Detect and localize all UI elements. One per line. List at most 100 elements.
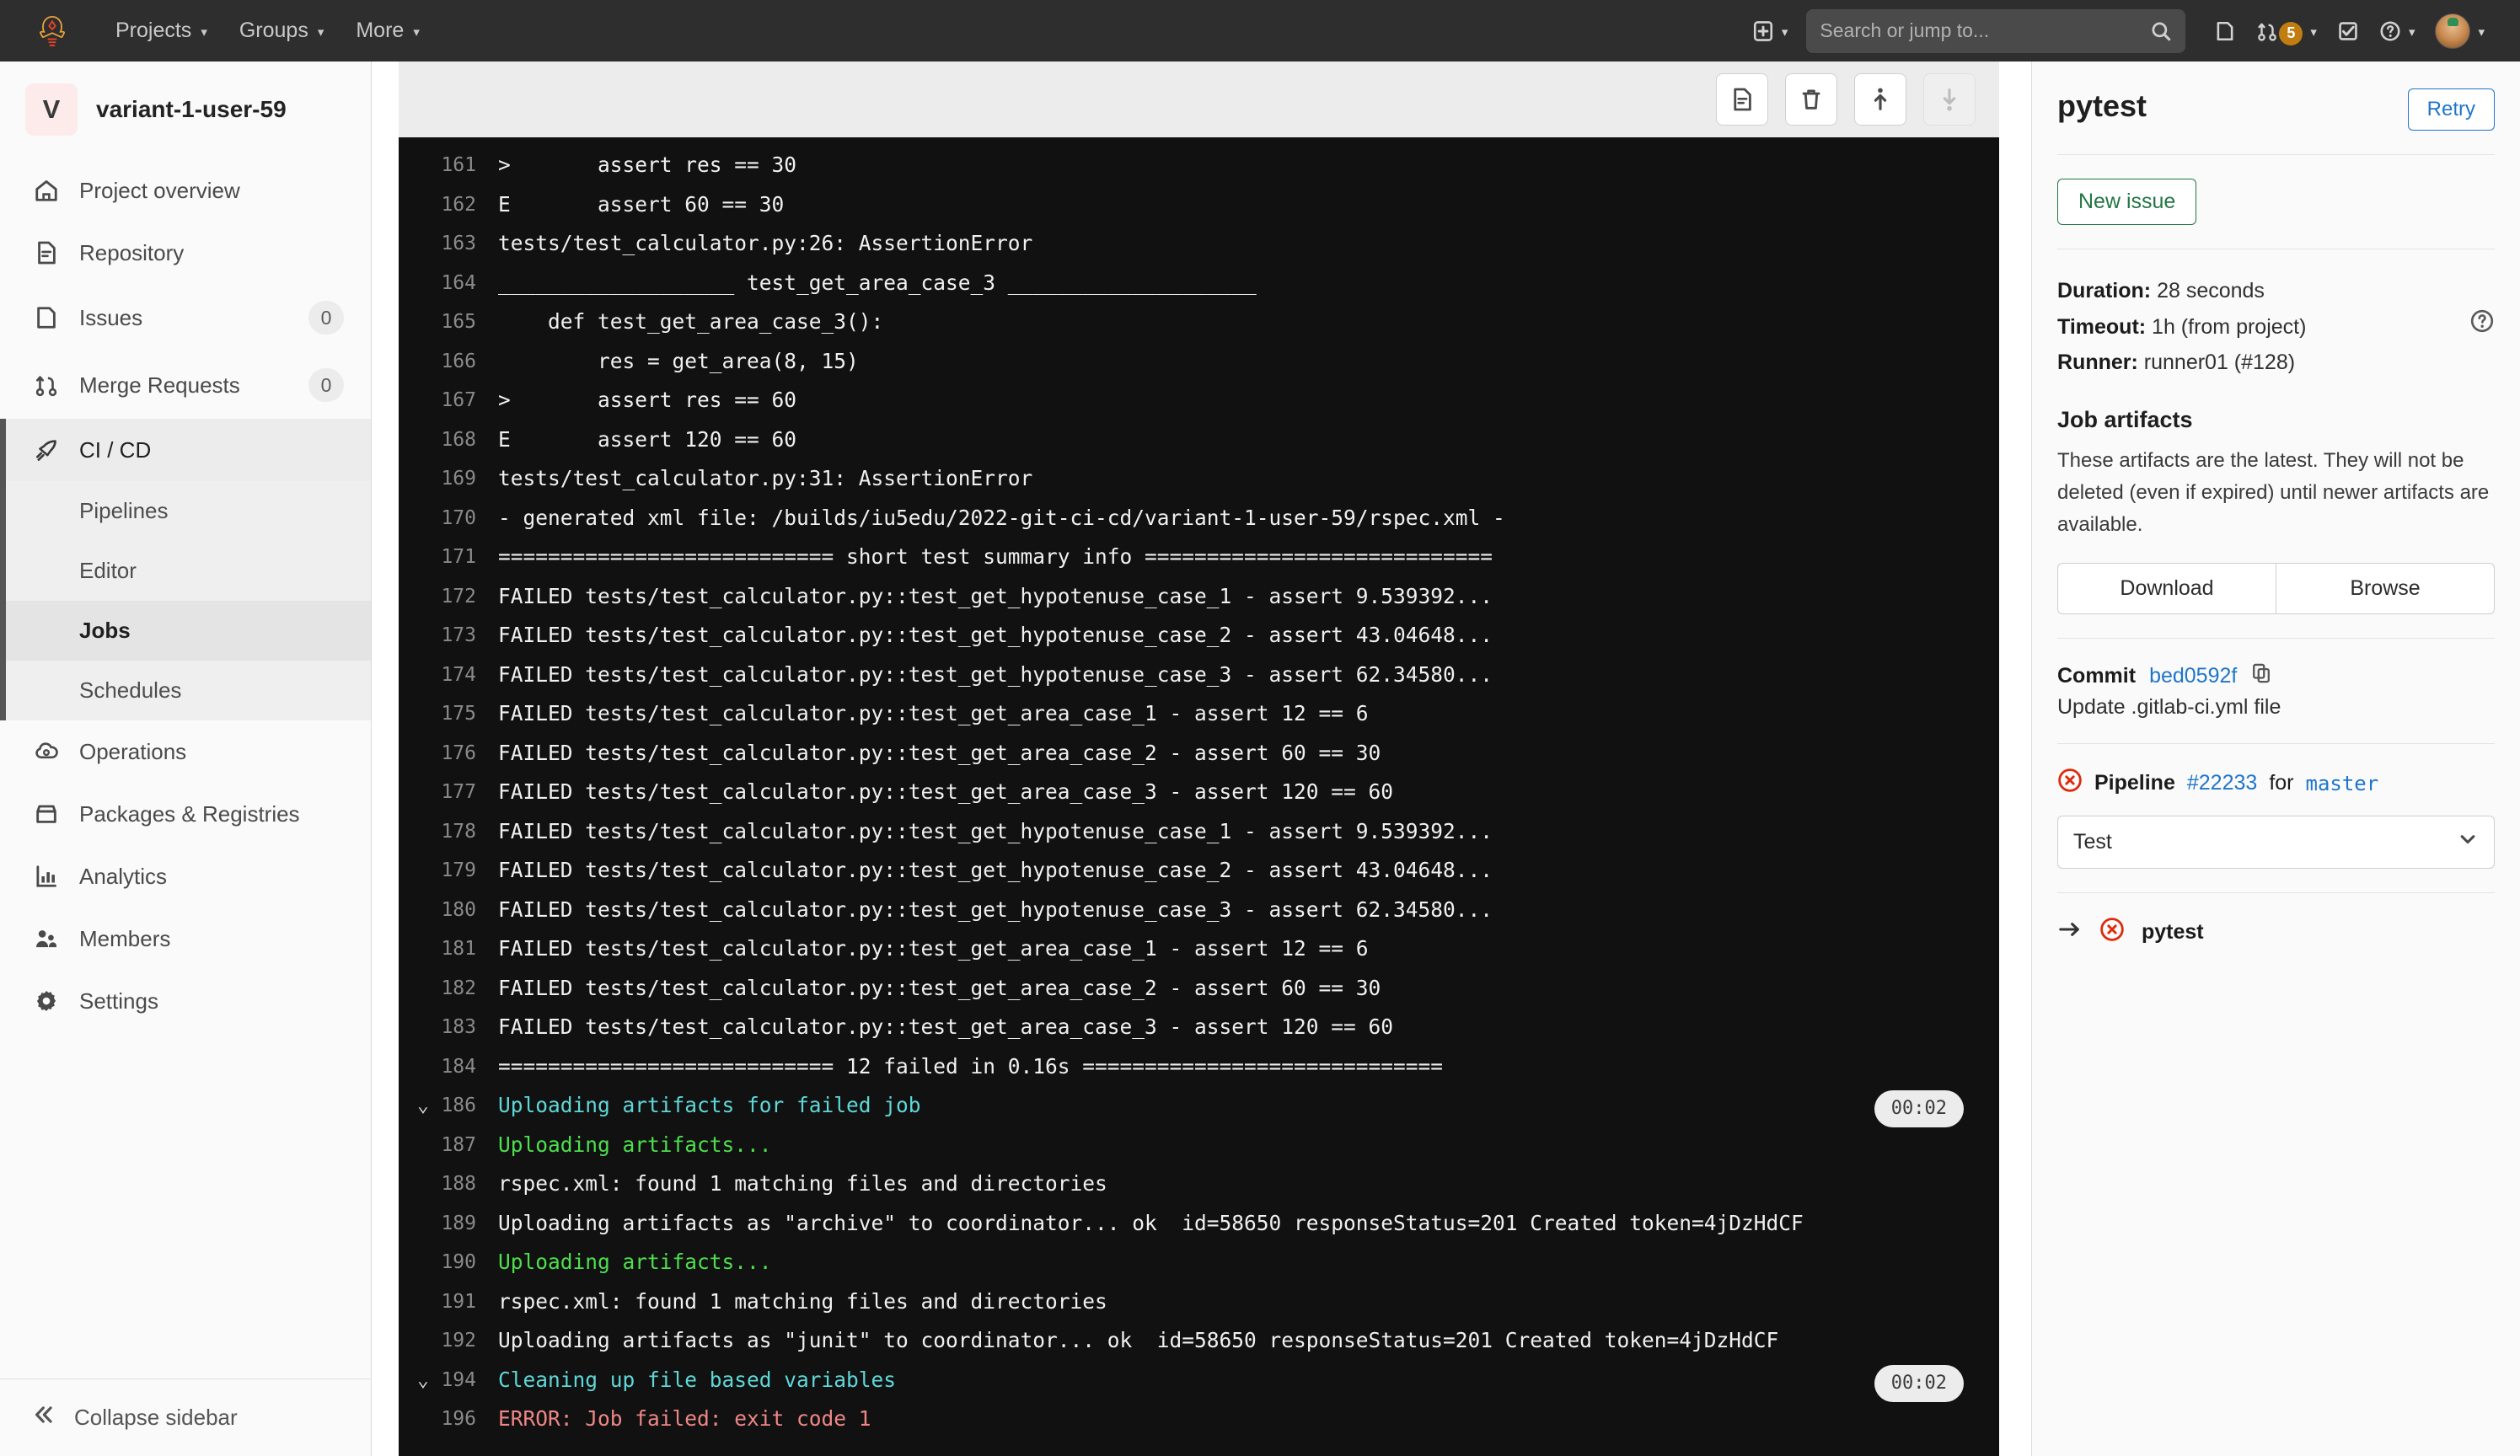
log-line-text: FAILED tests/test_calculator.py::test_ge… [498, 740, 1381, 765]
todos-nav-button[interactable] [2327, 13, 2369, 50]
erase-job-log-button[interactable] [1785, 73, 1837, 126]
merge-requests-nav-button[interactable]: 5 ▾ [2246, 12, 2327, 51]
sidebar-item-packages-registries[interactable]: Packages & Registries [0, 783, 371, 845]
log-line-text: FAILED tests/test_calculator.py::test_ge… [498, 701, 1369, 725]
log-line-text: Uploading artifacts... [498, 1132, 772, 1157]
commit-label: Commit [2057, 664, 2137, 688]
issues-nav-button[interactable] [2204, 13, 2246, 50]
download-artifacts-button[interactable]: Download [2057, 563, 2276, 614]
commit-section: Commit bed0592f Update .gitlab-ci.yml fi… [2057, 639, 2495, 743]
sidebar-item-merge-requests[interactable]: Merge Requests 0 [0, 351, 371, 419]
project-header-link[interactable]: V variant-1-user-59 [0, 62, 371, 159]
gear-icon [32, 987, 61, 1015]
sidebar-subitem-jobs[interactable]: Jobs [0, 601, 371, 661]
job-name-title: pytest [2057, 88, 2147, 123]
sidebar-item-label: Packages & Registries [79, 800, 300, 827]
issues-icon [2217, 21, 2233, 40]
new-issue-button[interactable]: New issue [2057, 179, 2197, 225]
log-line-number: 196 [441, 1408, 476, 1430]
project-avatar: V [25, 83, 78, 136]
log-line-number: 190 [441, 1251, 476, 1273]
job-artifacts-title: Job artifacts [2057, 407, 2193, 432]
nav-groups[interactable]: Groups ▾ [223, 10, 340, 51]
log-line-number: 164 [441, 271, 476, 294]
sidebar-subitem-schedules[interactable]: Schedules [0, 661, 371, 720]
log-line: 187 Uploading artifacts... [399, 1126, 1999, 1165]
sidebar-item-repository[interactable]: Repository [0, 222, 371, 284]
nav-more[interactable]: More ▾ [340, 10, 436, 51]
log-line-number: 175 [441, 703, 476, 725]
timeout-help-icon[interactable] [2469, 308, 2495, 345]
sidebar-item-members[interactable]: Members [0, 907, 371, 970]
search-input[interactable] [1820, 19, 2151, 42]
commit-sha-link[interactable]: bed0592f [2149, 664, 2237, 688]
log-line: 173 FAILED tests/test_calculator.py::test… [399, 616, 1999, 656]
pipeline-ref-link[interactable]: master [2306, 772, 2379, 795]
nav-projects[interactable]: Projects ▾ [99, 10, 223, 51]
sidebar-item-settings[interactable]: Settings [0, 970, 371, 1032]
stage-select[interactable]: Test [2057, 816, 2495, 869]
job-log-output[interactable]: 161 > assert res == 30 162 E assert 60 == 3… [399, 137, 1999, 1456]
timeout-row: Timeout: 1h (from project) [2057, 308, 2495, 345]
scroll-to-top-button[interactable] [1854, 73, 1906, 126]
log-line: 167 > assert res == 60 [399, 381, 1999, 420]
commit-row: Commit bed0592f [2057, 662, 2495, 690]
gitlab-logo-link[interactable] [29, 13, 76, 50]
sidebar-item-operations[interactable]: Operations [0, 720, 371, 783]
log-line: 190 Uploading artifacts... [399, 1243, 1999, 1282]
log-section-duration: 00:02 [1874, 1364, 1964, 1402]
sidebar-subitem-pipelines[interactable]: Pipelines [0, 481, 371, 541]
sidebar-item-project-overview[interactable]: Project overview [0, 159, 371, 222]
log-line: 164 ___________________ test_get_area_cas… [399, 264, 1999, 303]
log-line-text: Uploading artifacts for failed job [498, 1093, 921, 1117]
log-line-text: Cleaning up file based variables [498, 1367, 897, 1392]
job-log-container: 161 > assert res == 30 162 E assert 60 == 3… [372, 62, 2031, 1456]
log-line: 181 FAILED tests/test_calculator.py::test… [399, 929, 1999, 969]
new-item-button[interactable]: ▾ [1742, 13, 1799, 50]
log-line-text: rspec.xml: found 1 matching files and di… [498, 1171, 1107, 1196]
log-section-toggle-icon[interactable]: ⌄ [417, 1086, 442, 1126]
sidebar-item-label: Issues [79, 304, 143, 330]
log-line: 168 E assert 120 == 60 [399, 420, 1999, 460]
copy-clipboard-icon[interactable] [2250, 662, 2272, 690]
chevron-down-icon: ▾ [317, 25, 324, 40]
log-section-toggle-icon[interactable]: ⌄ [417, 1361, 442, 1400]
pipeline-for-text: for [2269, 771, 2294, 795]
merge-request-icon [32, 371, 61, 399]
new-issue-section: New issue [2057, 155, 2495, 249]
home-icon [32, 176, 61, 205]
log-line-number: 183 [441, 1016, 476, 1038]
retry-button[interactable]: Retry [2407, 88, 2495, 131]
log-line-text: FAILED tests/test_calculator.py::test_ge… [498, 779, 1394, 804]
pipeline-label: Pipeline [2094, 771, 2175, 795]
primary-nav-links: Projects ▾ Groups ▾ More ▾ [99, 10, 436, 51]
log-line-text: FAILED tests/test_calculator.py::test_ge… [498, 583, 1493, 608]
log-line: 166 res = get_area(8, 15) [399, 342, 1999, 382]
arrow-right-icon [2057, 917, 2083, 948]
sidebar-subitem-editor[interactable]: Editor [0, 541, 371, 601]
log-line-number: 188 [441, 1173, 476, 1195]
global-search[interactable] [1806, 8, 2186, 53]
document-icon [32, 238, 61, 267]
log-line-number: 166 [441, 350, 476, 372]
show-raw-button[interactable] [1716, 73, 1768, 126]
log-line-number: 189 [441, 1212, 476, 1234]
log-line-number: 172 [441, 585, 476, 608]
log-line-number: 176 [441, 741, 476, 764]
duration-value: 28 seconds [2157, 279, 2265, 302]
scroll-to-bottom-button[interactable] [1923, 73, 1976, 126]
stage-job-item[interactable]: pytest [2057, 893, 2495, 948]
log-line-text: FAILED tests/test_calculator.py::test_ge… [498, 897, 1493, 922]
chart-bar-icon [32, 862, 61, 891]
help-nav-button[interactable]: ▾ [2369, 13, 2426, 50]
sidebar-item-ci-cd[interactable]: CI / CD [0, 419, 371, 481]
sidebar-item-analytics[interactable]: Analytics [0, 845, 371, 907]
plus-square-icon [1753, 20, 1772, 41]
avatar [2435, 13, 2471, 49]
collapse-sidebar-button[interactable]: Collapse sidebar [0, 1378, 371, 1456]
log-line-text: > assert res == 60 [498, 388, 797, 412]
sidebar-item-issues[interactable]: Issues 0 [0, 284, 371, 351]
browse-artifacts-button[interactable]: Browse [2276, 563, 2495, 614]
pipeline-id-link[interactable]: #22233 [2187, 771, 2257, 795]
user-menu-button[interactable]: ▾ [2425, 6, 2495, 56]
